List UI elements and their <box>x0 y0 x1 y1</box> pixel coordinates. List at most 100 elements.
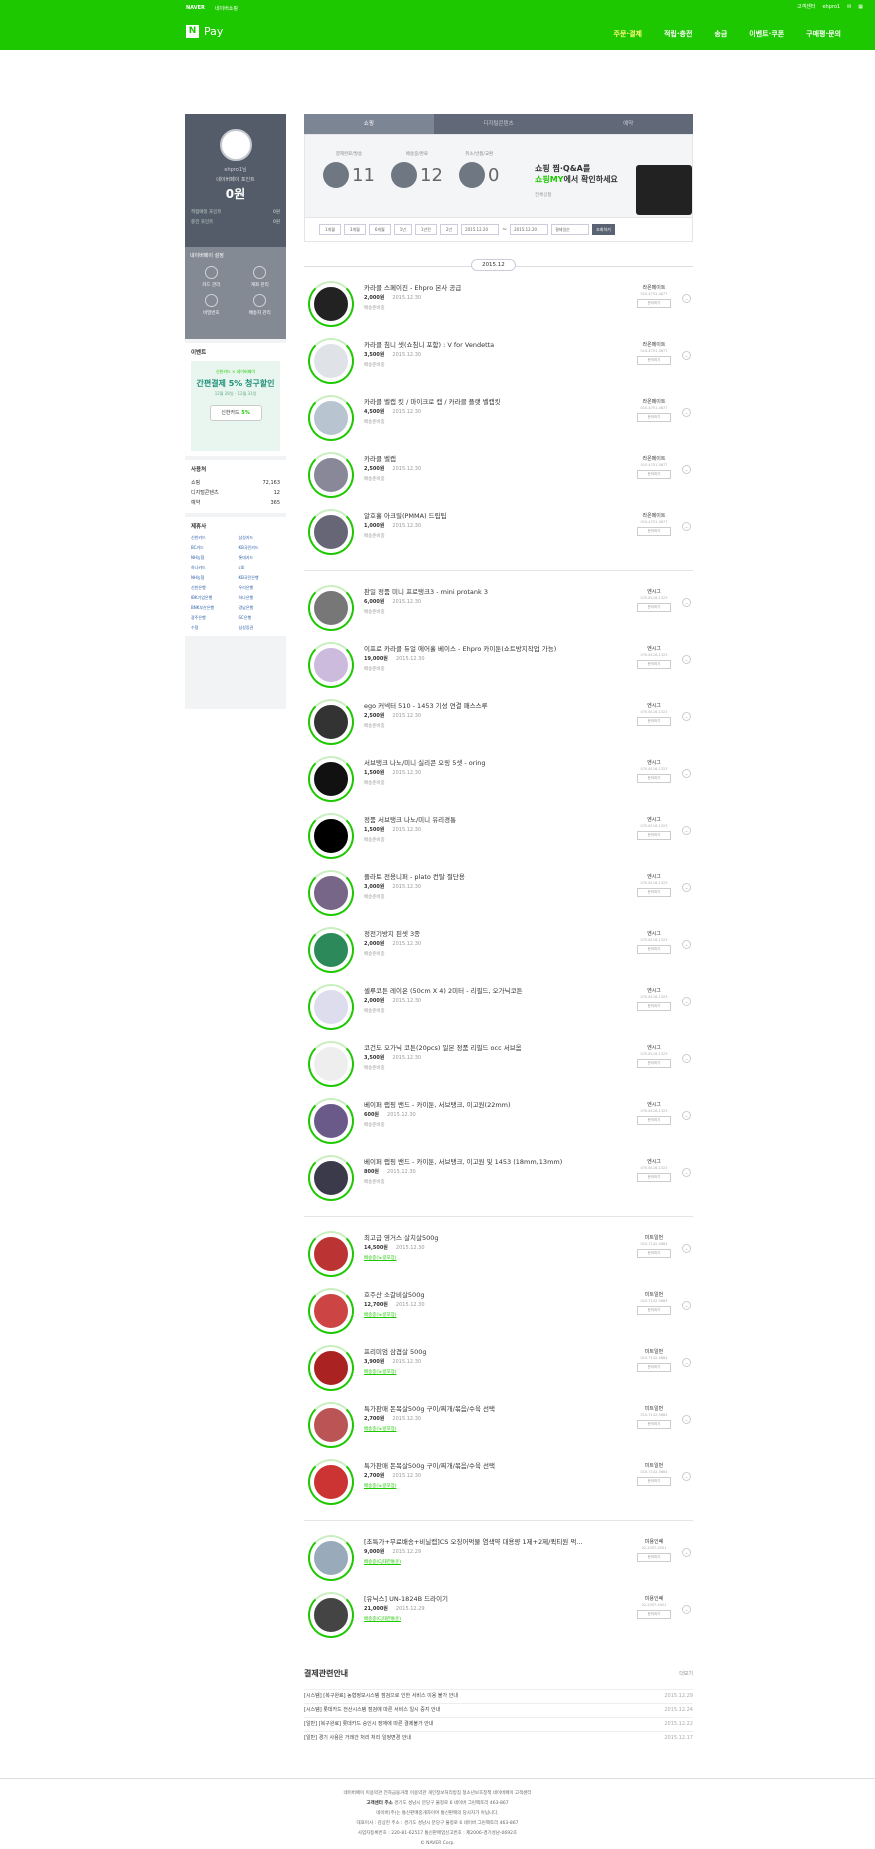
inquiry-button[interactable]: 문의하기 <box>637 1306 671 1315</box>
product-name[interactable]: 정전기방지 핀셋 3종 <box>364 928 420 938</box>
product-thumbnail[interactable] <box>308 585 354 631</box>
chevron-down-icon[interactable]: ⌄ <box>682 1111 691 1120</box>
chevron-down-icon[interactable]: ⌄ <box>682 598 691 607</box>
stat-cancel[interactable]: 취소/반품/교환 0 <box>459 151 499 188</box>
product-name[interactable]: [유닉스] UN-1824B 드라이기 <box>364 1593 448 1603</box>
chevron-down-icon[interactable]: ⌄ <box>682 1358 691 1367</box>
naver-shopping-link[interactable]: 네이버쇼핑 <box>215 5 238 12</box>
product-name[interactable]: 플라토 전용니퍼 - plato 컨탈 절단용 <box>364 871 465 881</box>
search-button[interactable]: 조회하기 <box>592 224 615 235</box>
stat-shipping[interactable]: 배송중/완료 12 <box>391 151 443 188</box>
product-name[interactable]: 카라클 벨캡 <box>364 453 396 463</box>
sort-select[interactable]: 결제일순 <box>551 224 590 235</box>
product-name[interactable]: 베이퍼 랩핑 밴드 - 카이툰, 서브탱크, 이고원(22mm) <box>364 1099 511 1109</box>
period-6m[interactable]: 6개월 <box>368 224 391 235</box>
notification-icon[interactable]: ✉ <box>847 4 851 10</box>
product-thumbnail[interactable] <box>308 1155 354 1201</box>
period-1m[interactable]: 1개월 <box>319 224 341 235</box>
product-name[interactable]: ego 커넥터 510 - 1453 기성 연결 패스스루 <box>364 700 488 710</box>
chevron-down-icon[interactable]: ⌄ <box>682 712 691 721</box>
product-thumbnail[interactable] <box>308 1345 354 1391</box>
product-name[interactable]: 카라클 스페이진 - Ehpro 본사 공급 <box>364 282 461 292</box>
all-products-check[interactable]: 전체상품 <box>535 190 618 201</box>
product-name[interactable]: 카라클 침니 셋(쇼침니 포함) : V for Vendetta <box>364 339 494 349</box>
inquiry-button[interactable]: 문의하기 <box>637 1116 671 1125</box>
product-thumbnail[interactable] <box>308 1459 354 1505</box>
user-id[interactable]: ehpro1 <box>822 4 840 10</box>
product-name[interactable]: 호주산 소갈비살500g <box>364 1289 424 1299</box>
event-banner[interactable]: 신한카드 × 네이버페이 간편결제 5% 청구할인 12월 28일 - 12월 … <box>191 361 280 451</box>
product-name[interactable]: [초특가+무료배송+비닐캡]CS 오징어먹물 염색약 대용량 1제+2제/퀵티원… <box>364 1536 583 1546</box>
product-thumbnail[interactable] <box>308 813 354 859</box>
product-name[interactable]: 알호홀 아크릴(PMMA) 드립팁 <box>364 510 447 520</box>
order-status[interactable]: 배송중(노랑포장) <box>364 1483 397 1489</box>
order-status[interactable]: 배송중(노랑포장) <box>364 1255 397 1261</box>
product-name[interactable]: 이프로 카라클 듀얼 에어홀 베이스 - Ehpro 카이툰(쇼트방지작업 가능… <box>364 643 556 653</box>
product-name[interactable]: 정품 서브탱크 나노/미니 유리경통 <box>364 814 456 824</box>
chevron-down-icon[interactable]: ⌄ <box>682 1301 691 1310</box>
order-status[interactable]: 배송중(노랑포장) <box>364 1369 397 1375</box>
product-thumbnail[interactable] <box>308 699 354 745</box>
order-status[interactable]: 배송중(노랑포장) <box>364 1312 397 1318</box>
product-thumbnail[interactable] <box>308 1535 354 1581</box>
apps-grid-icon[interactable]: ▦ <box>858 4 863 10</box>
product-thumbnail[interactable] <box>308 1402 354 1448</box>
inquiry-button[interactable]: 문의하기 <box>637 660 671 669</box>
naver-logo[interactable]: NAVER <box>186 5 205 11</box>
account-manage-button[interactable]: 계좌 관리 <box>239 266 282 288</box>
chevron-down-icon[interactable]: ⌄ <box>682 294 691 303</box>
chevron-down-icon[interactable]: ⌄ <box>682 1168 691 1177</box>
chevron-down-icon[interactable]: ⌄ <box>682 351 691 360</box>
product-name[interactable]: 판일 정품 미니 프로탱크3 - mini protank 3 <box>364 586 488 596</box>
date-to-input[interactable]: 2015.12.20 <box>510 224 549 235</box>
product-name[interactable]: 특가판매 돈목살500g 구이/찌개/볶음/수육 선택 <box>364 1403 495 1413</box>
product-thumbnail[interactable] <box>308 642 354 688</box>
chevron-down-icon[interactable]: ⌄ <box>682 883 691 892</box>
tab-shopping[interactable]: 쇼핑 <box>304 114 434 134</box>
inquiry-button[interactable]: 문의하기 <box>637 1420 671 1429</box>
inquiry-button[interactable]: 문의하기 <box>637 1610 671 1619</box>
product-name[interactable]: 카라클 벨캡 킷 / 마이크로 캡 / 카라클 플랫 벨캡킷 <box>364 396 501 406</box>
chevron-down-icon[interactable]: ⌄ <box>682 1548 691 1557</box>
card-manage-button[interactable]: 카드 관리 <box>190 266 233 288</box>
chevron-down-icon[interactable]: ⌄ <box>682 1605 691 1614</box>
notice-row[interactable]: [일반] 경기 사용은 거래건 처리 처리 일정변경 안내 2015.12.17 <box>304 1731 693 1745</box>
product-name[interactable]: 최고급 영거스 살치살500g <box>364 1232 439 1242</box>
inquiry-button[interactable]: 문의하기 <box>637 1477 671 1486</box>
product-thumbnail[interactable] <box>308 395 354 441</box>
inquiry-button[interactable]: 문의하기 <box>637 831 671 840</box>
period-1y[interactable]: 1년 <box>393 224 412 235</box>
npay-logo[interactable]: N Pay <box>186 25 223 38</box>
notice-more-link[interactable]: 더보기 <box>679 1670 693 1677</box>
product-thumbnail[interactable] <box>308 338 354 384</box>
inquiry-button[interactable]: 문의하기 <box>637 603 671 612</box>
chevron-down-icon[interactable]: ⌄ <box>682 1244 691 1253</box>
product-thumbnail[interactable] <box>308 1231 354 1277</box>
product-thumbnail[interactable] <box>308 509 354 555</box>
inquiry-button[interactable]: 문의하기 <box>637 356 671 365</box>
inquiry-button[interactable]: 문의하기 <box>637 413 671 422</box>
chevron-down-icon[interactable]: ⌄ <box>682 769 691 778</box>
inquiry-button[interactable]: 문의하기 <box>637 299 671 308</box>
product-thumbnail[interactable] <box>308 281 354 327</box>
product-thumbnail[interactable] <box>308 1592 354 1638</box>
tab-reserve[interactable]: 예약 <box>563 114 694 134</box>
gnb-charge[interactable]: 적립·충전 <box>664 29 692 39</box>
inquiry-button[interactable]: 문의하기 <box>637 888 671 897</box>
gnb-review[interactable]: 구매평·문의 <box>806 29 841 39</box>
notice-row[interactable]: [일반] [복구완료] 롯데카드 승인시 장애에 따른 결제불가 안내 2015.… <box>304 1717 693 1731</box>
settings-title[interactable]: 네이버페이 설정 <box>190 252 281 259</box>
footer-links[interactable]: 네이버페이 이용약관 전자금융거래 이용약관 개인정보처리방침 청소년보호정책 … <box>0 1789 875 1799</box>
gnb-order[interactable]: 주문·결제 <box>614 29 642 39</box>
period-2y[interactable]: 2년 <box>439 224 459 235</box>
chevron-down-icon[interactable]: ⌄ <box>682 1054 691 1063</box>
gnb-event[interactable]: 이벤트·쿠폰 <box>749 29 784 39</box>
inquiry-button[interactable]: 문의하기 <box>637 527 671 536</box>
chevron-down-icon[interactable]: ⌄ <box>682 522 691 531</box>
product-thumbnail[interactable] <box>308 452 354 498</box>
stat-paid[interactable]: 결제완료/발송 11 <box>323 151 375 188</box>
usage-row[interactable]: 쇼핑 72,163 <box>191 478 280 488</box>
product-name[interactable]: 코건도 오가닉 코튼(20pcs) 일본 정품 리필드 occ 서브옴 <box>364 1042 522 1052</box>
chevron-down-icon[interactable]: ⌄ <box>682 826 691 835</box>
usage-row[interactable]: 디지털콘텐츠 12 <box>191 488 280 498</box>
